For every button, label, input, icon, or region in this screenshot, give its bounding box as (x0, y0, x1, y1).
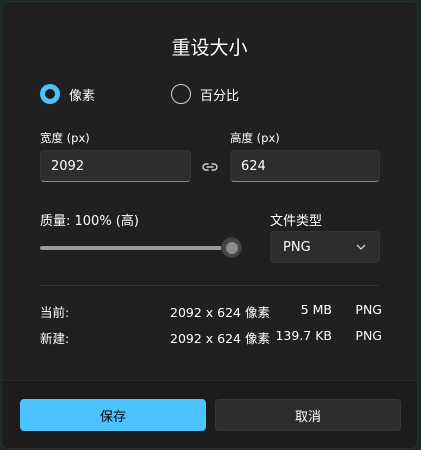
mode-radio-group: 像素 百分比 (40, 84, 417, 106)
radio-indicator (40, 84, 60, 104)
resize-dialog: 重设大小 像素 百分比 宽度 (px) 高度 (px) 质量: 100% (高)… (1, 1, 418, 449)
save-button[interactable]: 保存 (20, 399, 206, 431)
new-info-row: 新建: 2092 x 624 像素 139.7 KB PNG (40, 328, 382, 346)
dialog-footer: 保存 取消 (2, 380, 417, 448)
chevron-down-icon (355, 238, 367, 257)
radio-label: 百分比 (200, 88, 240, 104)
radio-indicator (171, 84, 191, 104)
link-icon[interactable] (201, 158, 219, 176)
new-dimensions: 2092 x 624 像素 (170, 331, 270, 346)
divider (40, 285, 379, 286)
quality-label: 质量: 100% (高) (40, 214, 139, 229)
dialog-title: 重设大小 (171, 37, 248, 59)
file-type-label: 文件类型 (270, 214, 323, 229)
radio-pixels[interactable]: 像素 (40, 84, 95, 104)
radio-label: 像素 (69, 88, 96, 104)
file-type-value: PNG (283, 239, 311, 255)
height-label: 高度 (px) (230, 131, 280, 145)
current-label: 当前: (40, 305, 70, 320)
new-label: 新建: (40, 331, 70, 346)
height-input[interactable] (230, 150, 380, 182)
current-size: 5 MB (300, 302, 332, 317)
current-info-row: 当前: 2092 x 624 像素 5 MB PNG (40, 302, 382, 320)
quality-slider-track[interactable] (40, 246, 232, 250)
current-dimensions: 2092 x 624 像素 (170, 305, 270, 320)
radio-percentage[interactable]: 百分比 (171, 84, 239, 104)
width-input[interactable] (40, 150, 191, 182)
file-type-select[interactable]: PNG (270, 231, 380, 263)
quality-slider-thumb[interactable] (221, 237, 242, 258)
new-format: PNG (355, 328, 382, 343)
current-format: PNG (355, 302, 382, 317)
new-size: 139.7 KB (275, 328, 332, 343)
cancel-button[interactable]: 取消 (215, 399, 401, 431)
width-label: 宽度 (px) (40, 131, 90, 145)
